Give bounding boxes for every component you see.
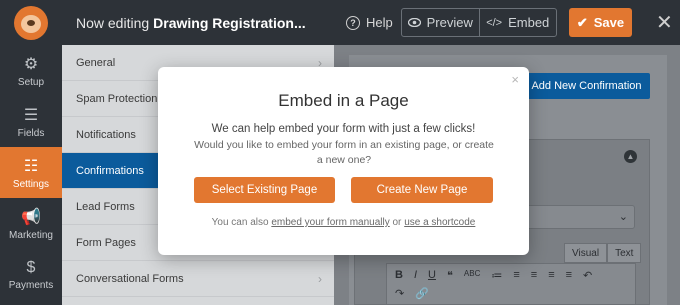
- embed-modal: × Embed in a Page We can help embed your…: [158, 67, 529, 255]
- modal-close-icon[interactable]: ×: [511, 72, 519, 87]
- create-new-page-button[interactable]: Create New Page: [351, 177, 493, 203]
- select-existing-page-button[interactable]: Select Existing Page: [194, 177, 335, 203]
- foot-or: or: [392, 217, 402, 228]
- modal-footer-text: You can also embed your form manually or…: [158, 217, 529, 228]
- embed-manually-link[interactable]: embed your form manually: [271, 217, 389, 228]
- modal-title: Embed in a Page: [278, 91, 409, 110]
- modal-lead-text: We can help embed your form with just a …: [211, 123, 476, 135]
- use-shortcode-link[interactable]: use a shortcode: [404, 217, 475, 228]
- foot-prefix: You can also: [211, 217, 269, 228]
- modal-sub-text: Would you like to embed your form in an …: [194, 139, 494, 166]
